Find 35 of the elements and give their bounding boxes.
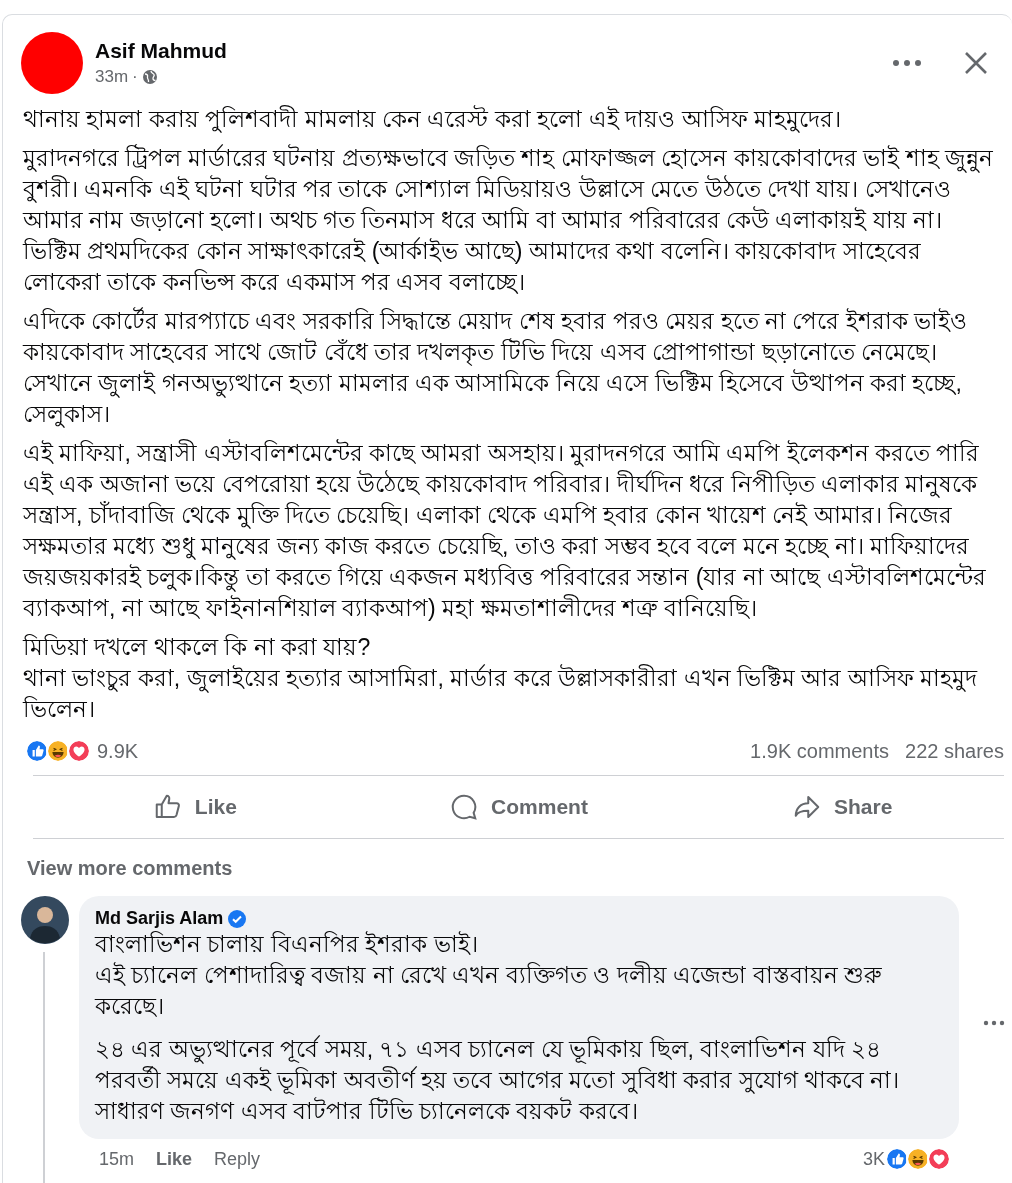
love-reaction-icon xyxy=(927,1147,951,1171)
share-count[interactable]: 222 shares xyxy=(905,739,1004,763)
comment-time[interactable]: 15m xyxy=(99,1148,134,1170)
share-button[interactable]: Share xyxy=(680,791,1004,823)
reaction-count[interactable]: 9.9K xyxy=(97,739,139,763)
globe-icon xyxy=(141,69,158,85)
post-paragraph: মুরাদনগরে ট্রিপল মার্ডারের ঘটনায় প্রত্যক্ষভাবে জড়িত শাহ মোফাজ্জল হোসেন কায়কোবাদের ভাই শাহ জুন্নুন বুশরী। এমনকি এই ঘটনা ঘটার পর তাকে সোশ্যাল মিডিয়ায়ও উল্লাসে মেতে উঠতে দেখা যায়। সেখানেও আমার নাম জড়ানো হলো। অথচ গত তিনমাস ধরে আমি বা আমার পরিবারের কেউ এলাকায়ই যায় না। ভিক্টিম প্রথমদিকের কোন সাক্ষাৎকারেই (আর্কাইভ আছে) আমাদের কথা বলেনি। কায়কোবাদ সাহেবের লোকেরা তাকে কনভিন্স করে একমাস পর এসব বলাচ্ছে। xyxy=(23,143,994,297)
like-reaction-icon xyxy=(885,1147,909,1171)
post-paragraph: এদিকে কোর্টের মারপ্যাচে এবং সরকারি সিদ্ধান্তে মেয়াদ শেষ হবার পরও মেয়র হতে না পেরে ইশরাক ভাইও কায়কোবাদ সাহেবের সাথে জোট বেঁধে তার দখলকৃত টিভি দিয়ে এসব প্রোপাগান্ডা ছড়ানোতে নেমেছে। সেখানে জুলাই গনঅভ্যুত্থানে হত্যা মামলার এক আসামিকে নিয়ে এসে ভিক্টিম হিসেবে উত্থাপন করা হচ্ছে, সেলুকাস। xyxy=(23,306,969,430)
avatar[interactable] xyxy=(21,896,69,944)
like-button[interactable]: Like xyxy=(33,791,357,823)
reactions-summary[interactable] xyxy=(885,1147,951,1171)
love-reaction-icon xyxy=(67,739,91,763)
more-icon xyxy=(983,1019,1005,1026)
comment-text: বাংলাভিশন চালায় বিএনপির ইশরাক ভাই। এই চ্যানেল পেশাদারিত্ব বজায় না রেখে এখন ব্যক্তিগত ও দলীয় এজেন্ডা বাস্তবায়ন শুরু করেছে। xyxy=(95,930,883,1021)
like-reaction-icon xyxy=(25,739,49,763)
commenter-name[interactable]: Md Sarjis Alam xyxy=(95,908,224,929)
post-time[interactable]: 33m xyxy=(95,67,129,87)
speech-bubble-icon xyxy=(449,792,480,822)
reactions-summary[interactable] xyxy=(25,739,91,763)
reply-link[interactable]: Reply xyxy=(214,1148,261,1170)
comment-count[interactable]: 1.9K comments xyxy=(750,739,890,763)
view-more-comments-link[interactable]: View more comments xyxy=(27,857,233,880)
post-paragraph: থানায় হামলা করায় পুলিশবাদী মামলায় কেন এরেস্ট করা হলো এই দায়ও আসিফ মাহমুদের। xyxy=(23,104,842,135)
reaction-count[interactable]: 3K xyxy=(862,1148,885,1170)
post-paragraph: মিডিয়া দখলে থাকলে কি না করা যায়? থানা ভাংচুর করা, জুলাইয়ের হত্যার আসামিরা, মার্ডার করে উল্লাসকারীরা এখন ভিক্টিম আর আসিফ মাহমুদ ভিলেন। xyxy=(23,633,979,724)
haha-reaction-icon xyxy=(46,739,70,763)
comment-button[interactable]: Comment xyxy=(356,791,681,823)
like-link[interactable]: Like xyxy=(156,1148,193,1170)
comment-text: ২৪ এর অভ্যুত্থানের পূর্বে সময়, ৭১ এসব চ্যানেল যে ভূমিকায় ছিল, বাংলাভিশন যদি ২৪ পরবর্তী সময়ে একই ভূমিকা অবতীর্ণ হয় তবে আগের মতো সুবিধা করার সুযোগ থাকবে না। সাধারণ জনগণ এসব বাটপার টিভি চ্যানেলকে বয়কট করবে। xyxy=(95,1034,901,1126)
separator-dot: · xyxy=(132,67,138,87)
post-paragraph: এই মাফিয়া, সন্ত্রাসী এস্টাবলিশমেন্টের কাছে আমরা অসহায়। মুরাদনগরে আমি এমপি ইলেকশন করতে পারি এই এক অজানা ভয়ে বেপরোয়া হয়ে উঠেছে কায়কোবাদ পরিবার। দীর্ঘদিন ধরে নিপীড়িত এলাকার মানুষকে সন্ত্রাস, চাঁদাবাজি থেকে মুক্তি দিতে চেয়েছি। এলাকা থেকে এমপি হবার কোন খায়েশ নেই আমার। নিজের সক্ষমতার মধ্যে শুধু মানুষের জন্য কাজ করতে চেয়েছি, তাও করা সম্ভব হবে বলে মনে হচ্ছে না। মাফিয়াদের জয়জয়কারই চলুক।কিন্তু তা করতে গিয়ে একজন মধ্যবিত্ত পরিবারের সন্তান (যার না আছে এস্টাবলিশমেন্টের ব্যাকআপ, না আছে ফাইনানশিয়াল ব্যাকআপ) মহা ক্ষমতাশালীদের শত্রু বানিয়েছি। xyxy=(23,438,987,623)
haha-reaction-icon xyxy=(906,1147,930,1171)
more-icon xyxy=(892,59,922,67)
author-name[interactable]: Asif Mahmud xyxy=(95,39,227,63)
